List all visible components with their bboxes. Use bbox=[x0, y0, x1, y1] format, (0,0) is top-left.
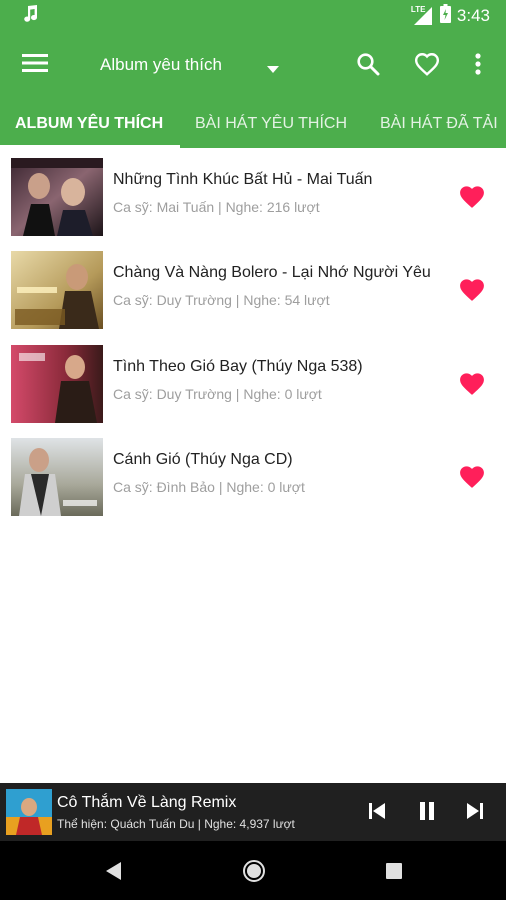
page-title[interactable]: Album yêu thích bbox=[100, 55, 222, 75]
album-title: Cánh Gió (Thúy Nga CD) bbox=[113, 451, 293, 468]
mini-player[interactable]: Cô Thắm Về Làng Remix Thể hiện: Quách Tu… bbox=[0, 783, 506, 841]
list-item[interactable]: Cánh Gió (Thúy Nga CD) Ca sỹ: Đình Bảo |… bbox=[0, 428, 506, 521]
heart-filled-icon[interactable] bbox=[459, 372, 485, 401]
album-subtitle: Ca sỹ: Mai Tuấn | Nghe: 216 lượt bbox=[113, 199, 320, 215]
clock: 3:43 bbox=[456, 6, 490, 25]
list-item[interactable]: Chàng Và Nàng Bolero - Lại Nhớ Người Yêu… bbox=[0, 241, 506, 334]
music-note-icon bbox=[22, 5, 38, 28]
signal-icon: LTE bbox=[410, 5, 434, 26]
heart-filled-icon[interactable] bbox=[459, 185, 485, 214]
back-icon[interactable] bbox=[104, 861, 122, 886]
search-icon[interactable] bbox=[356, 52, 380, 81]
album-title: Tình Theo Gió Bay (Thúy Nga 538) bbox=[113, 358, 363, 375]
battery-icon bbox=[439, 4, 451, 28]
status-bar: LTE 3:43 bbox=[0, 0, 506, 30]
recents-icon[interactable] bbox=[386, 863, 402, 884]
dropdown-icon[interactable] bbox=[266, 61, 280, 79]
pause-icon[interactable] bbox=[417, 801, 437, 826]
heart-outline-icon[interactable] bbox=[414, 52, 440, 81]
album-cover bbox=[11, 345, 103, 423]
skip-next-icon[interactable] bbox=[466, 802, 484, 825]
tab-album-yeu-thich[interactable]: ALBUM YÊU THÍCH bbox=[15, 115, 163, 133]
now-playing-subtitle: Thể hiện: Quách Tuấn Du | Nghe: 4,937 lư… bbox=[57, 817, 295, 831]
album-cover bbox=[11, 158, 103, 236]
album-cover bbox=[11, 251, 103, 329]
album-cover bbox=[11, 438, 103, 516]
tab-bai-hat-da-tai[interactable]: BÀI HÁT ĐÃ TẢI bbox=[380, 115, 498, 133]
system-nav-bar bbox=[0, 841, 506, 900]
tab-bai-hat-yeu-thich[interactable]: BÀI HÁT YÊU THÍCH bbox=[195, 115, 347, 133]
album-title: Những Tình Khúc Bất Hủ - Mai Tuấn bbox=[113, 171, 373, 188]
home-icon[interactable] bbox=[242, 859, 266, 888]
list-item[interactable]: Tình Theo Gió Bay (Thúy Nga 538) Ca sỹ: … bbox=[0, 335, 506, 428]
now-playing-title: Cô Thắm Về Làng Remix bbox=[57, 794, 237, 811]
album-subtitle: Ca sỹ: Duy Trường | Nghe: 54 lượt bbox=[113, 292, 330, 308]
heart-filled-icon[interactable] bbox=[459, 278, 485, 307]
network-type-label: LTE bbox=[410, 5, 426, 14]
menu-icon[interactable] bbox=[22, 53, 48, 78]
album-subtitle: Ca sỹ: Duy Trường | Nghe: 0 lượt bbox=[113, 386, 322, 402]
tab-bar: ALBUM YÊU THÍCH BÀI HÁT YÊU THÍCH BÀI HÁ… bbox=[0, 100, 506, 148]
list-item[interactable]: Những Tình Khúc Bất Hủ - Mai Tuấn Ca sỹ:… bbox=[0, 148, 506, 241]
now-playing-cover bbox=[6, 789, 52, 835]
more-vert-icon[interactable] bbox=[474, 52, 482, 81]
skip-previous-icon[interactable] bbox=[368, 802, 386, 825]
heart-filled-icon[interactable] bbox=[459, 465, 485, 494]
app-bar: Album yêu thích bbox=[0, 30, 506, 100]
album-subtitle: Ca sỹ: Đình Bảo | Nghe: 0 lượt bbox=[113, 479, 305, 495]
album-title: Chàng Và Nàng Bolero - Lại Nhớ Người Yêu bbox=[113, 264, 431, 281]
